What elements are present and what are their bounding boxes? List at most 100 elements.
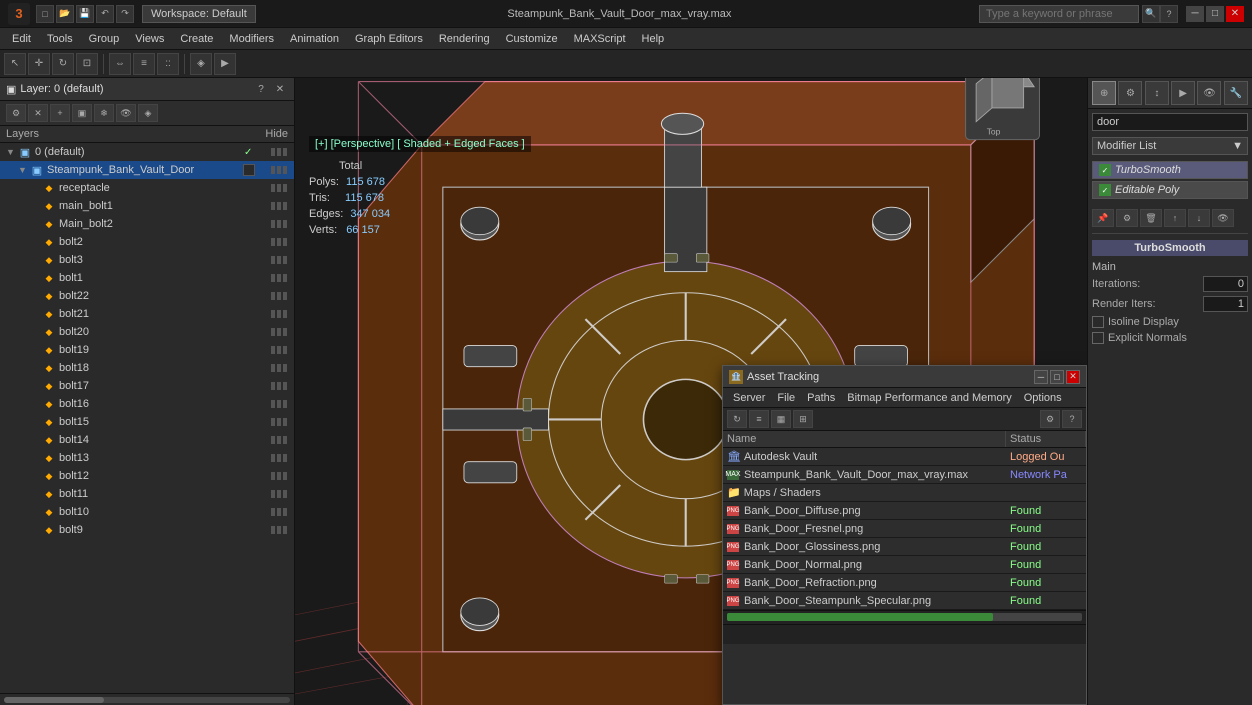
layers-panel-close[interactable]: ✕ xyxy=(272,81,288,97)
at-restore-btn[interactable]: □ xyxy=(1050,370,1064,384)
modifier-search-input[interactable]: door xyxy=(1092,113,1248,131)
list-item[interactable]: ◆ bolt2 xyxy=(0,233,294,251)
list-item[interactable]: ◆ Main_bolt2 xyxy=(0,215,294,233)
menu-create[interactable]: Create xyxy=(172,31,221,47)
modifier-visibility-check[interactable]: ✓ xyxy=(1099,164,1111,176)
table-row[interactable]: PNG Bank_Door_Refraction.png Found xyxy=(723,574,1086,592)
at-close-btn[interactable]: ✕ xyxy=(1066,370,1080,384)
layers-tb-delete[interactable]: ✕ xyxy=(28,104,48,122)
align-btn[interactable]: ≡ xyxy=(133,53,155,75)
list-item[interactable]: ◆ bolt9 xyxy=(0,521,294,539)
mod-show-btn[interactable]: 👁 xyxy=(1212,209,1234,227)
list-item[interactable]: ◆ bolt22 xyxy=(0,287,294,305)
list-item[interactable]: ◆ bolt13 xyxy=(0,449,294,467)
menu-views[interactable]: Views xyxy=(127,31,172,47)
table-row[interactable]: PNG Bank_Door_Fresnel.png Found xyxy=(723,520,1086,538)
menu-maxscript[interactable]: MAXScript xyxy=(566,31,634,47)
open-btn[interactable]: 📂 xyxy=(56,5,74,23)
at-menu-paths[interactable]: Paths xyxy=(801,391,841,405)
scale-btn[interactable]: ⊡ xyxy=(76,53,98,75)
tab-motion[interactable]: ▶ xyxy=(1171,81,1195,105)
workspace-button[interactable]: Workspace: Default xyxy=(142,5,256,23)
save-btn[interactable]: 💾 xyxy=(76,5,94,23)
mod-down-btn[interactable]: ↓ xyxy=(1188,209,1210,227)
list-item[interactable]: ◆ bolt20 xyxy=(0,323,294,341)
layers-tb-hide[interactable]: 👁 xyxy=(116,104,136,122)
layers-list[interactable]: ▼ ▣ 0 (default) ✓ ▼ ▣ Steampunk_Bank_Vau… xyxy=(0,143,294,693)
at-tb-list[interactable]: ≡ xyxy=(749,410,769,428)
explicit-normals-checkbox[interactable] xyxy=(1092,332,1104,344)
array-btn[interactable]: :: xyxy=(157,53,179,75)
at-tb-grid[interactable]: ▦ xyxy=(771,410,791,428)
table-row[interactable]: 📁 Maps / Shaders xyxy=(723,484,1086,502)
iterations-input[interactable]: 0 xyxy=(1203,276,1248,292)
mirror-btn[interactable]: ⇔ xyxy=(109,53,131,75)
at-menu-bitmap[interactable]: Bitmap Performance and Memory xyxy=(841,391,1017,405)
layers-tb-add[interactable]: + xyxy=(50,104,70,122)
tab-display[interactable]: 👁 xyxy=(1197,81,1221,105)
table-row[interactable]: 🏛 Autodesk Vault Logged Ou xyxy=(723,448,1086,466)
new-btn[interactable]: □ xyxy=(36,5,54,23)
menu-animation[interactable]: Animation xyxy=(282,31,347,47)
list-item[interactable]: ◆ bolt16 xyxy=(0,395,294,413)
keyword-search[interactable] xyxy=(979,5,1139,23)
tab-create[interactable]: ⊕ xyxy=(1092,81,1116,105)
list-item[interactable]: ◆ bolt17 xyxy=(0,377,294,395)
layers-tb-select[interactable]: ▣ xyxy=(72,104,92,122)
table-row[interactable]: MAX Steampunk_Bank_Vault_Door_max_vray.m… xyxy=(723,466,1086,484)
list-item[interactable]: ◆ bolt3 xyxy=(0,251,294,269)
list-item[interactable]: ◆ bolt10 xyxy=(0,503,294,521)
list-item[interactable]: ◆ bolt21 xyxy=(0,305,294,323)
isoline-checkbox[interactable] xyxy=(1092,316,1104,328)
list-item[interactable]: ◆ bolt11 xyxy=(0,485,294,503)
layers-tb-render[interactable]: ◈ xyxy=(138,104,158,122)
menu-edit[interactable]: Edit xyxy=(4,31,39,47)
undo-btn[interactable]: ↶ xyxy=(96,5,114,23)
menu-customize[interactable]: Customize xyxy=(498,31,566,47)
help-icon[interactable]: ? xyxy=(1160,5,1178,23)
at-table[interactable]: 🏛 Autodesk Vault Logged Ou MAX Steampunk… xyxy=(723,448,1086,610)
material-btn[interactable]: ◈ xyxy=(190,53,212,75)
modifier-list-dropdown[interactable]: Modifier List ▼ xyxy=(1092,137,1248,155)
modifier-item-editablepoly[interactable]: ✓ Editable Poly xyxy=(1092,181,1248,199)
modifier-visibility-check[interactable]: ✓ xyxy=(1099,184,1111,196)
mod-up-btn[interactable]: ↑ xyxy=(1164,209,1186,227)
list-item[interactable]: ◆ bolt12 xyxy=(0,467,294,485)
list-item[interactable]: ◆ bolt19 xyxy=(0,341,294,359)
modifier-item-turbosmooth[interactable]: ✓ TurboSmooth xyxy=(1092,161,1248,179)
select-btn[interactable]: ↖ xyxy=(4,53,26,75)
table-row[interactable]: PNG Bank_Door_Steampunk_Specular.png Fou… xyxy=(723,592,1086,610)
list-item[interactable]: ▼ ▣ 0 (default) ✓ xyxy=(0,143,294,161)
layers-tb-settings[interactable]: ⚙ xyxy=(6,104,26,122)
mod-pin-btn[interactable]: 📌 xyxy=(1092,209,1114,227)
at-tb-settings[interactable]: ⚙ xyxy=(1040,410,1060,428)
layers-panel-question[interactable]: ? xyxy=(253,81,269,97)
at-tb-refresh[interactable]: ↻ xyxy=(727,410,747,428)
menu-help[interactable]: Help xyxy=(634,31,673,47)
minimize-button[interactable]: ─ xyxy=(1186,6,1204,22)
mod-delete-btn[interactable]: 🗑 xyxy=(1140,209,1162,227)
viewport[interactable]: [+] [Perspective] [ Shaded + Edged Faces… xyxy=(295,78,1087,705)
render-iters-input[interactable]: 1 xyxy=(1203,296,1248,312)
tab-hierarchy[interactable]: ↕ xyxy=(1145,81,1169,105)
menu-rendering[interactable]: Rendering xyxy=(431,31,498,47)
list-item[interactable]: ◆ bolt18 xyxy=(0,359,294,377)
list-item[interactable]: ◆ bolt15 xyxy=(0,413,294,431)
layers-tb-freeze[interactable]: ❄ xyxy=(94,104,114,122)
menu-modifiers[interactable]: Modifiers xyxy=(221,31,282,47)
menu-group[interactable]: Group xyxy=(81,31,128,47)
at-tb-detail[interactable]: ⊞ xyxy=(793,410,813,428)
at-tb-help[interactable]: ? xyxy=(1062,410,1082,428)
table-row[interactable]: PNG Bank_Door_Glossiness.png Found xyxy=(723,538,1086,556)
tab-utilities[interactable]: 🔧 xyxy=(1224,81,1248,105)
menu-tools[interactable]: Tools xyxy=(39,31,81,47)
at-minimize-btn[interactable]: ─ xyxy=(1034,370,1048,384)
maximize-button[interactable]: □ xyxy=(1206,6,1224,22)
at-menu-server[interactable]: Server xyxy=(727,391,771,405)
table-row[interactable]: PNG Bank_Door_Normal.png Found xyxy=(723,556,1086,574)
list-item[interactable]: ◆ bolt1 xyxy=(0,269,294,287)
rotate-btn[interactable]: ↻ xyxy=(52,53,74,75)
list-item[interactable]: ◆ receptacle xyxy=(0,179,294,197)
list-item[interactable]: ◆ main_bolt1 xyxy=(0,197,294,215)
at-menu-options[interactable]: Options xyxy=(1018,391,1068,405)
